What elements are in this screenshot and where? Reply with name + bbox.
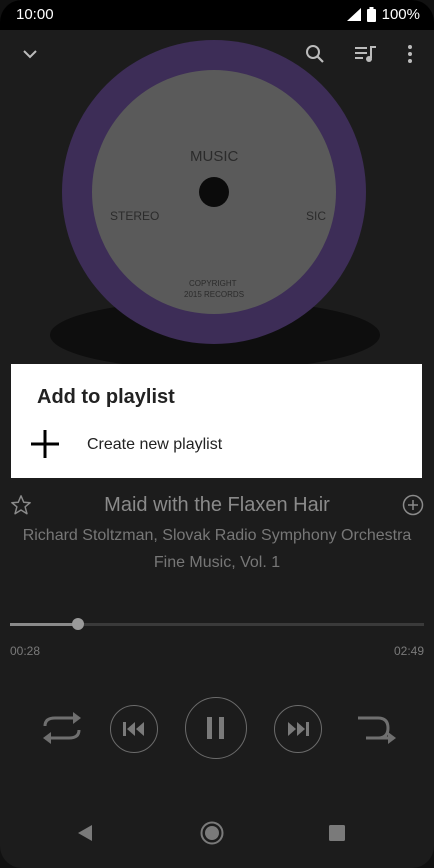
seek-bar-progress xyxy=(10,623,79,626)
back-icon[interactable] xyxy=(77,824,93,842)
previous-button[interactable] xyxy=(110,705,158,753)
play-pause-button[interactable] xyxy=(185,697,247,759)
seek-bar[interactable] xyxy=(10,618,424,630)
track-title: Maid with the Flaxen Hair xyxy=(104,494,330,516)
player-toolbar xyxy=(0,36,434,72)
track-artist: Richard Stoltzman, Slovak Radio Symphony… xyxy=(22,527,412,544)
shuffle-icon[interactable] xyxy=(348,708,400,748)
chevron-down-icon[interactable] xyxy=(18,42,42,66)
seek-bar-thumb[interactable] xyxy=(72,618,85,630)
music-player-screen: 10:00 100% MUSIC STEREO SIC COPYRIGHT 20… xyxy=(0,0,434,868)
elapsed-time: 00:28 xyxy=(10,644,41,658)
album-label-sic: SIC xyxy=(306,209,327,223)
add-circle-icon[interactable] xyxy=(402,494,424,516)
more-vert-icon[interactable] xyxy=(398,42,422,66)
create-new-playlist-item[interactable]: Create new playlist xyxy=(11,426,422,470)
signal-icon xyxy=(346,8,361,21)
album-hole xyxy=(199,177,229,207)
recents-icon[interactable] xyxy=(329,825,345,841)
album-copyright-1: COPYRIGHT xyxy=(189,279,237,288)
pause-icon xyxy=(207,717,224,739)
repeat-icon[interactable] xyxy=(38,708,86,748)
queue-music-icon[interactable] xyxy=(354,42,378,66)
album-art: MUSIC STEREO SIC COPYRIGHT 2015 RECORDS xyxy=(62,40,366,344)
create-new-playlist-label: Create new playlist xyxy=(87,436,223,453)
battery-percent: 100% xyxy=(381,6,420,23)
add-to-playlist-dialog: Add to playlist Create new playlist xyxy=(11,364,422,478)
total-time: 02:49 xyxy=(393,644,424,658)
battery-icon xyxy=(366,7,376,22)
album-label: MUSIC STEREO SIC COPYRIGHT 2015 RECORDS xyxy=(92,70,336,314)
status-bar: 10:00 100% xyxy=(0,0,434,30)
status-time: 10:00 xyxy=(16,6,54,23)
skip-next-icon xyxy=(288,722,309,736)
track-album: Fine Music, Vol. 1 xyxy=(153,554,281,571)
search-icon[interactable] xyxy=(303,42,327,66)
skip-previous-icon xyxy=(123,722,144,736)
album-copyright-2: 2015 RECORDS xyxy=(184,290,245,299)
album-label-stereo: STEREO xyxy=(110,209,160,223)
plus-icon xyxy=(31,430,59,458)
dialog-title: Add to playlist xyxy=(37,386,175,408)
home-icon[interactable] xyxy=(200,821,224,845)
next-button[interactable] xyxy=(274,705,322,753)
system-nav-bar xyxy=(0,808,434,868)
status-icons: 100% xyxy=(346,6,420,23)
album-label-music: MUSIC xyxy=(190,148,239,165)
